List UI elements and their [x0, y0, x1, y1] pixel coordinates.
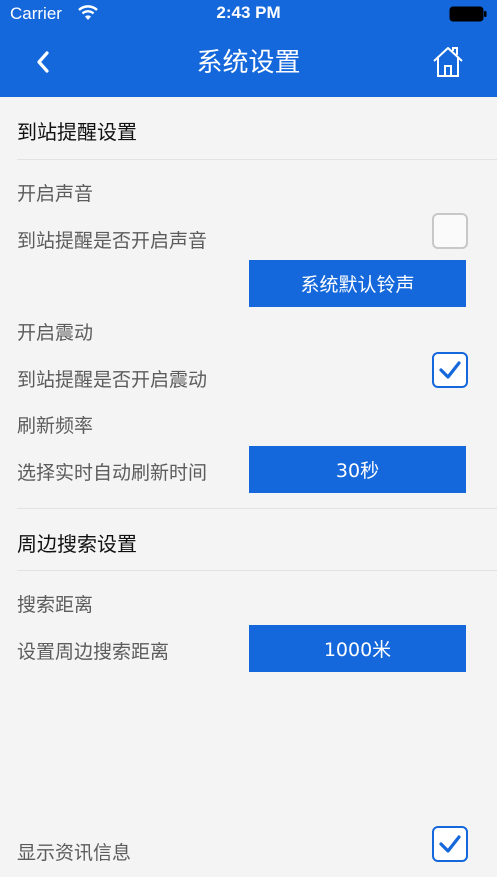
sound-heading: 开启声音 — [17, 183, 94, 205]
distance-label: 设置周边搜索距离 — [17, 641, 170, 663]
checkmark-icon — [439, 361, 461, 379]
distance-heading: 搜索距离 — [17, 594, 94, 616]
search-distance-button[interactable]: 1000米 — [249, 625, 466, 672]
refresh-interval-button[interactable]: 30秒 — [249, 446, 466, 493]
checkmark-icon — [439, 835, 461, 853]
nearby-section-title: 周边搜索设置 — [17, 532, 137, 556]
sound-checkbox[interactable] — [432, 213, 468, 249]
divider — [17, 508, 497, 509]
page-title: 系统设置 — [196, 48, 301, 78]
ringtone-button[interactable]: 系统默认铃声 — [249, 260, 466, 307]
divider — [17, 159, 497, 160]
status-bar: Carrier 2:43 PM — [0, 0, 497, 30]
news-checkbox[interactable] — [432, 826, 468, 862]
vibrate-label: 到站提醒是否开启震动 — [17, 369, 208, 391]
battery-icon — [449, 6, 487, 22]
vibrate-checkbox[interactable] — [432, 352, 468, 388]
home-icon — [433, 47, 463, 77]
home-button[interactable] — [430, 44, 466, 80]
refresh-heading: 刷新频率 — [17, 415, 94, 437]
clock-label: 2:43 PM — [216, 3, 281, 22]
divider — [17, 570, 497, 571]
vibrate-heading: 开启震动 — [17, 322, 94, 344]
sound-label: 到站提醒是否开启声音 — [17, 230, 208, 252]
app-header: Carrier 2:43 PM 系统设置 — [0, 0, 497, 97]
arrival-section-title: 到站提醒设置 — [17, 120, 137, 144]
refresh-label: 选择实时自动刷新时间 — [17, 462, 208, 484]
news-label: 显示资讯信息 — [17, 842, 132, 864]
